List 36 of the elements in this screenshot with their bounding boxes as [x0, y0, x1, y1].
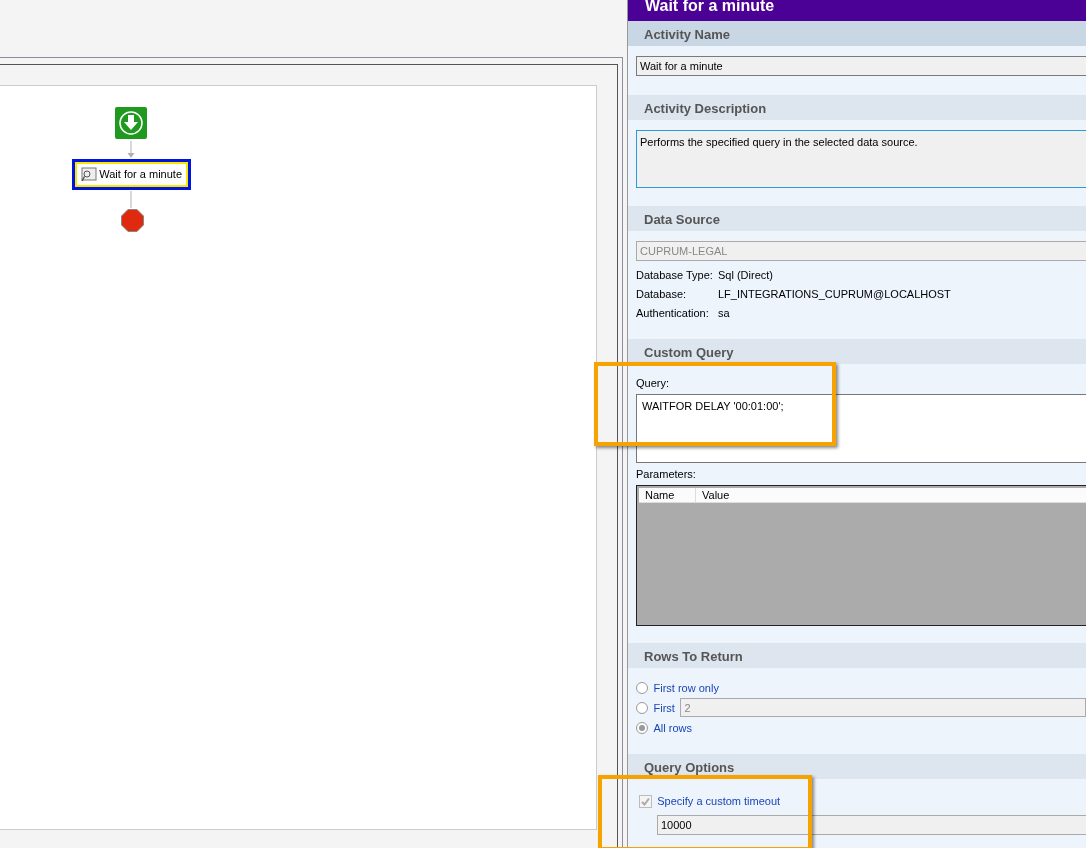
- column-header[interactable]: Name: [639, 487, 696, 502]
- section-heading: Activity Name: [628, 21, 1086, 46]
- detail-value: LF_INTEGRATIONS_CUPRUM@LOCALHOST: [718, 286, 951, 302]
- start-node-icon[interactable]: [115, 107, 147, 139]
- stop-node-icon[interactable]: [121, 209, 144, 232]
- section-heading: Activity Description: [628, 95, 1086, 120]
- panel-title-text: Wait for a minute: [645, 0, 775, 12]
- timeout-field[interactable]: 10000: [657, 814, 1086, 835]
- activity-label: Wait for a minute: [99, 167, 182, 183]
- detail-value: Sql (Direct): [718, 267, 773, 283]
- field-label: Parameters:: [636, 466, 697, 482]
- query-icon: [81, 166, 97, 183]
- section-heading: Query Options: [628, 753, 1086, 779]
- detail-label: Database:: [636, 286, 688, 302]
- name-field[interactable]: Wait for a minute: [636, 56, 1086, 76]
- radio-button[interactable]: [636, 721, 648, 734]
- detail-label: Database Type:: [636, 267, 714, 283]
- radio-button[interactable]: [636, 681, 648, 694]
- field-label: Query:: [636, 375, 670, 391]
- radio-button[interactable]: [636, 701, 648, 714]
- section-heading: Data Source: [628, 206, 1086, 231]
- radio-label[interactable]: First: [653, 699, 675, 716]
- connector-line: [130, 190, 132, 209]
- connector-arrow: [127, 140, 135, 158]
- checkbox-label[interactable]: Specify a custom timeout: [657, 792, 781, 810]
- activity-node[interactable]: Wait for a minute: [72, 159, 191, 190]
- section-heading: Rows To Return: [628, 642, 1086, 668]
- detail-value: sa: [718, 305, 730, 321]
- detail-label: Authentication:: [636, 305, 710, 321]
- section-heading: Custom Query: [628, 338, 1086, 364]
- checkbox[interactable]: [638, 794, 652, 808]
- radio-label[interactable]: First row only: [653, 679, 719, 696]
- radio-label[interactable]: All rows: [653, 719, 692, 736]
- column-header[interactable]: Value: [696, 487, 730, 502]
- query-field[interactable]: WAITFOR DELAY '00:01:00';: [636, 393, 1086, 463]
- description-field[interactable]: Performs the specified query in the selected data source.: [636, 130, 1086, 188]
